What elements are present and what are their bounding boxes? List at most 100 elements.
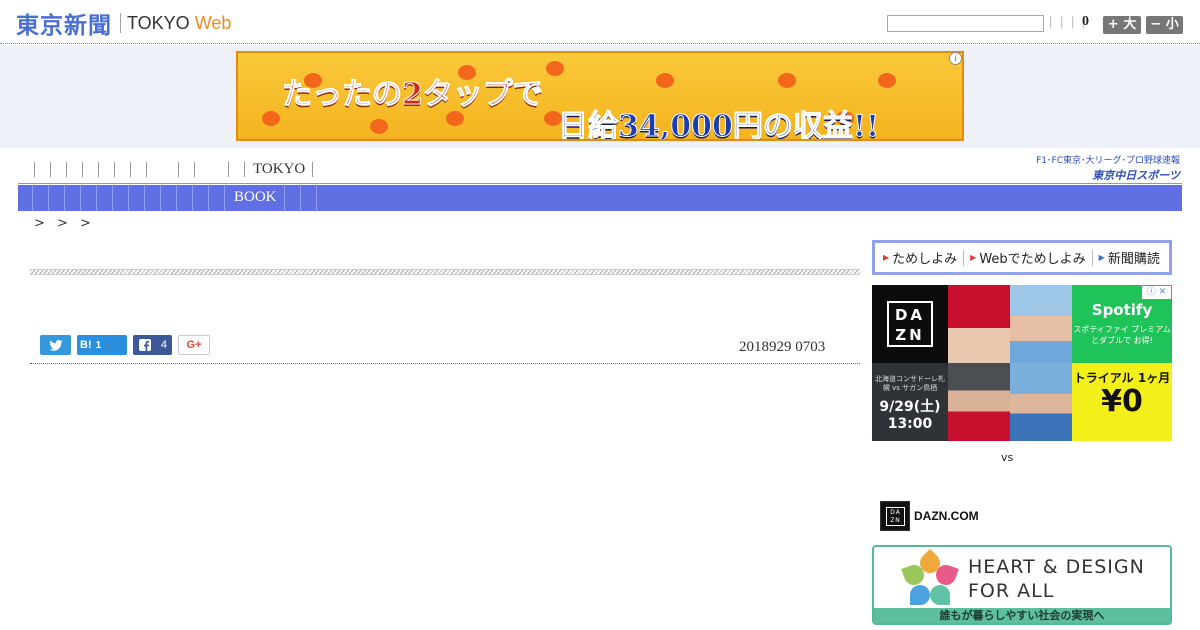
link-divider	[963, 249, 965, 266]
nav-divider	[128, 185, 129, 211]
nav-divider	[160, 185, 161, 211]
dazn-logo-mark: DA ZN	[887, 301, 933, 347]
banner-dot	[656, 73, 674, 88]
breadcrumb[interactable]: > > >	[34, 216, 95, 231]
nav-divider	[80, 185, 81, 211]
arrow-right-icon: ▶	[883, 253, 890, 262]
facebook-count: 4	[160, 339, 167, 351]
facebook-icon	[139, 339, 151, 351]
result-count: 0	[1082, 14, 1089, 29]
nav-divider	[96, 185, 97, 211]
trial-price-panel: トライアル 1ヶ月 ¥0	[1072, 363, 1172, 441]
sponsor-logo: 東京中日スポーツ	[1092, 169, 1180, 182]
nav-divider	[194, 162, 195, 177]
match-day: 9/29(土)	[879, 399, 941, 415]
banner-dot	[546, 61, 564, 76]
spotify-name: Spotify	[1091, 301, 1153, 319]
chunichi-sports-link[interactable]: F1･FC東京･大リーグ･プロ野球速報 東京中日スポーツ	[1012, 153, 1180, 183]
logo-web-text: Web	[194, 12, 232, 33]
web-trial-read-label: Webでためしよみ	[979, 252, 1086, 267]
web-trial-read-link[interactable]: ▶ Webでためしよみ	[970, 248, 1086, 267]
dazn-logo: DA ZN	[872, 285, 948, 363]
nav-divider	[312, 162, 313, 177]
hatena-bookmark-button[interactable]: B! 1	[77, 335, 127, 355]
ad-choices-close-icon[interactable]: ⓘ ✕	[1142, 286, 1171, 299]
dazn-ad[interactable]: DA ZN Spotify スポティファイ プレミアム とダブルで お得! ⓘ …	[872, 285, 1172, 441]
nav-divider	[50, 162, 51, 177]
dazn-small-logo[interactable]: DA ZN	[880, 501, 910, 531]
trial-read-label: ためしよみ	[892, 252, 958, 267]
article-divider	[30, 363, 860, 364]
nav-divider	[130, 162, 131, 177]
spotify-subtext: スポティファイ プレミアム とダブルで お得!	[1073, 325, 1171, 345]
nav-divider	[176, 185, 177, 211]
player-photo	[948, 363, 1010, 441]
hatena-count: 1	[95, 339, 102, 351]
flower-petal	[910, 585, 930, 605]
nav-divider	[228, 162, 229, 177]
subscribe-link[interactable]: ▶ 新聞購読	[1099, 248, 1160, 267]
flower-logo-icon	[901, 548, 959, 609]
nav-divider	[224, 185, 225, 211]
link-divider	[1091, 249, 1093, 266]
nav-divider	[208, 185, 209, 211]
match-time: 13:00	[887, 416, 933, 432]
hatena-icon: B!	[80, 339, 92, 351]
sub-category-nav: BOOK	[18, 185, 1182, 211]
nav-item-tokyo[interactable]: TOKYO	[253, 161, 305, 178]
banner-subheadline: 日給34,000円の収益!!	[557, 109, 880, 141]
category-nav: TOKYO	[18, 155, 1182, 184]
google-plus-share-button[interactable]: G+	[178, 335, 210, 355]
trial-read-link[interactable]: ▶ ためしよみ	[883, 248, 957, 267]
logo-title: 東京新聞	[16, 12, 112, 39]
nav-divider	[48, 185, 49, 211]
nav-divider	[114, 162, 115, 177]
nav-divider	[178, 162, 179, 177]
nav-item-book[interactable]: BOOK	[234, 189, 277, 206]
nav-divider	[300, 185, 301, 211]
trial-text: トライアル 1ヶ月	[1073, 371, 1171, 385]
heart-design-ad[interactable]: HEART & DESIGN FOR ALL 誰もが暮らしやすい社会の実現へ	[872, 545, 1172, 625]
nav-divider	[146, 162, 147, 177]
site-header: 東京新聞 TOKYO Web | | | | 0 + 大 − 小	[0, 0, 1200, 44]
banner-headline: たったの2タップで	[282, 77, 544, 113]
player-photo	[1010, 363, 1072, 441]
dazn-com-link[interactable]: DAZN.COM	[914, 509, 979, 523]
subscription-links: ▶ ためしよみ ▶ Webでためしよみ ▶ 新聞購読	[872, 240, 1172, 275]
facebook-share-button[interactable]: 4	[133, 335, 172, 355]
nav-divider	[32, 185, 33, 211]
nav-divider	[34, 162, 35, 177]
match-teams: 北海道コンサドーレ札幌 vs サガン鳥栖	[875, 375, 945, 392]
search-input[interactable]	[887, 15, 1044, 32]
font-size-decrease-button[interactable]: − 小	[1146, 16, 1183, 34]
nav-divider	[192, 185, 193, 211]
nav-divider	[316, 185, 317, 211]
article-title-divider	[30, 269, 860, 275]
nav-divider	[82, 162, 83, 177]
site-logo[interactable]: 東京新聞 TOKYO Web	[16, 8, 232, 39]
arrow-right-icon: ▶	[970, 253, 977, 262]
match-info: 北海道コンサドーレ札幌 vs サガン鳥栖 9/29(土) 13:00	[872, 363, 948, 441]
article-date: 2018929 0703	[739, 339, 826, 355]
banner-dot	[878, 73, 896, 88]
heart-subheadline: FOR ALL	[968, 580, 1055, 602]
ad-caption: vs	[1001, 451, 1014, 464]
twitter-icon	[48, 339, 63, 351]
heart-tagline: 誰もが暮らしやすい社会の実現へ	[874, 608, 1170, 623]
heart-headline: HEART & DESIGN	[968, 556, 1145, 578]
player-photo	[1010, 285, 1072, 363]
nav-divider	[244, 162, 245, 177]
subscribe-label: 新聞購読	[1107, 252, 1160, 267]
nav-divider	[284, 185, 285, 211]
dazn-logo-icon: DA ZN	[886, 507, 905, 526]
twitter-share-button[interactable]	[40, 335, 71, 355]
arrow-right-icon: ▶	[1098, 253, 1105, 262]
nav-divider	[144, 185, 145, 211]
nav-divider	[64, 185, 65, 211]
ad-info-icon[interactable]: i	[949, 52, 962, 65]
nav-divider	[98, 162, 99, 177]
font-size-increase-button[interactable]: + 大	[1103, 16, 1141, 34]
trial-price: ¥0	[1101, 384, 1143, 419]
top-banner-ad[interactable]: たったの2タップで 日給34,000円の収益!!	[236, 51, 964, 141]
flower-petal	[930, 585, 950, 605]
